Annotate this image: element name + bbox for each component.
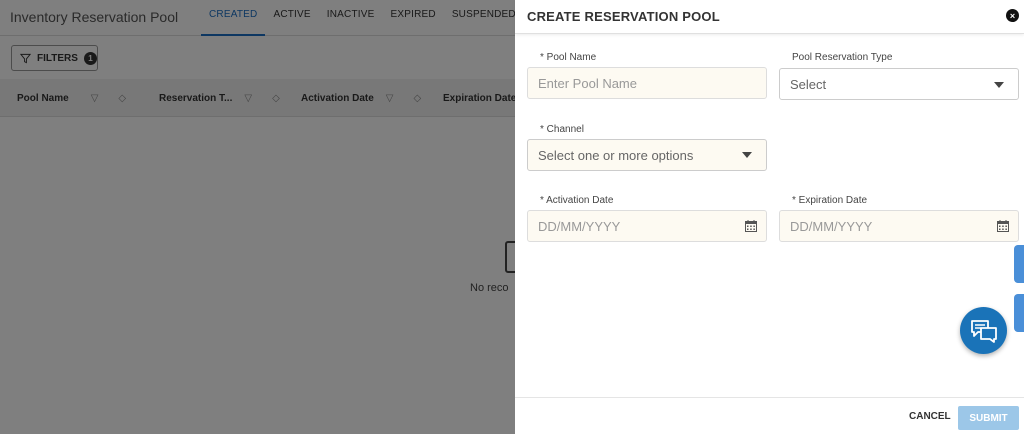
activation-date-input[interactable]: DD/MM/YYYY (527, 210, 767, 242)
chevron-down-icon (742, 152, 752, 158)
calendar-icon[interactable] (745, 220, 757, 232)
chat-button[interactable] (960, 307, 1007, 354)
channel-value: Select one or more options (538, 147, 694, 163)
expiration-date-input[interactable]: DD/MM/YYYY (779, 210, 1019, 242)
pool-type-value: Select (790, 76, 827, 92)
expiration-date-placeholder: DD/MM/YYYY (790, 218, 873, 234)
pool-type-label: Pool Reservation Type (792, 52, 893, 63)
channel-multiselect[interactable]: Select one or more options (527, 139, 767, 171)
close-icon[interactable]: × (1006, 9, 1019, 22)
drawer-header: CREATE RESERVATION POOL × (515, 0, 1024, 34)
activation-date-placeholder: DD/MM/YYYY (538, 218, 621, 234)
calendar-icon[interactable] (997, 220, 1009, 232)
side-tab-upper[interactable] (1014, 245, 1024, 283)
channel-label: * Channel (540, 124, 584, 135)
pool-name-placeholder: Enter Pool Name (538, 75, 637, 91)
side-tab-lower[interactable] (1014, 294, 1024, 332)
pool-type-select[interactable]: Select (779, 68, 1019, 100)
drawer-title: CREATE RESERVATION POOL (527, 9, 720, 24)
drawer-footer: CANCEL SUBMIT (515, 397, 1024, 434)
pool-name-label: * Pool Name (540, 52, 597, 63)
pool-name-input[interactable]: Enter Pool Name (527, 67, 767, 99)
activation-date-label: * Activation Date (540, 195, 614, 206)
chevron-down-icon (994, 82, 1004, 88)
chat-icon (970, 319, 997, 343)
expiration-date-label: * Expiration Date (792, 195, 868, 206)
create-pool-drawer: CREATE RESERVATION POOL × * Pool Name En… (515, 0, 1024, 434)
submit-button[interactable]: SUBMIT (958, 406, 1019, 430)
cancel-button[interactable]: CANCEL (903, 408, 957, 425)
